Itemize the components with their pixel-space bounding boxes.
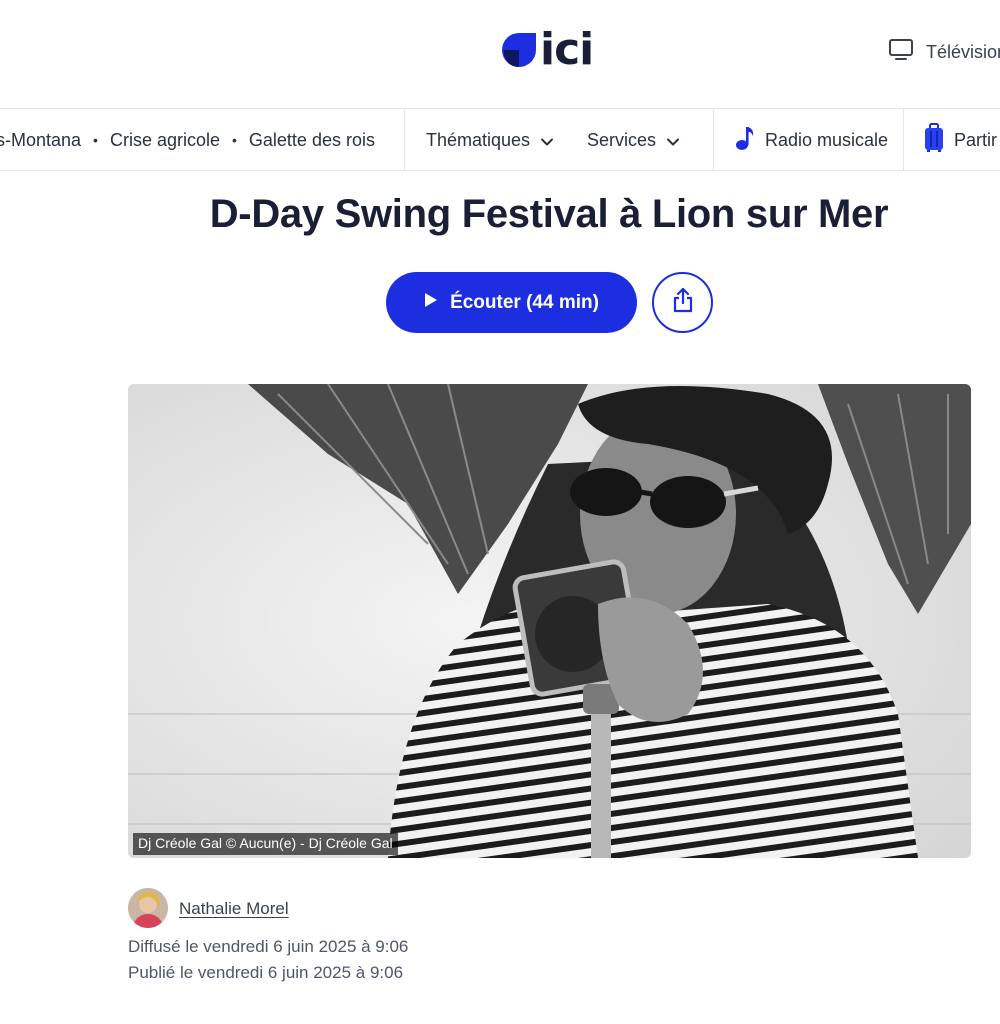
topic-nav: s-Montana • Crise agricole • Galette des… bbox=[0, 108, 1000, 171]
tv-icon bbox=[888, 38, 914, 67]
broadcast-date: Diffusé le vendredi 6 juin 2025 à 9:06 bbox=[128, 937, 409, 956]
avatar[interactable] bbox=[128, 888, 168, 928]
radio-musicale-label: Radio musicale bbox=[765, 129, 889, 150]
tv-link[interactable]: Télévision bbox=[888, 38, 1000, 66]
nav-divider bbox=[713, 109, 714, 170]
play-icon bbox=[424, 292, 438, 314]
breadcrumb-fragment bbox=[596, 168, 676, 174]
page-title: D-Day Swing Festival à Lion sur Mer bbox=[209, 192, 889, 236]
services-menu[interactable]: Services bbox=[587, 109, 680, 170]
partir-link[interactable]: Partir bbox=[924, 109, 998, 170]
nav-divider bbox=[404, 109, 405, 170]
topic-separator: • bbox=[232, 132, 237, 148]
author-link[interactable]: Nathalie Morel bbox=[179, 899, 289, 919]
ici-logo-icon bbox=[500, 31, 538, 69]
photo-caption: Dj Créole Gal © Aucun(e) - Dj Créole Gal bbox=[133, 833, 398, 855]
share-button[interactable] bbox=[652, 272, 713, 333]
thematiques-menu[interactable]: Thématiques bbox=[426, 109, 554, 170]
topic-separator: • bbox=[93, 132, 98, 148]
nav-divider bbox=[903, 109, 904, 170]
listen-label: Écouter (44 min) bbox=[450, 291, 599, 313]
tv-label: Télévision bbox=[926, 41, 1000, 62]
partir-label: Partir bbox=[954, 129, 998, 150]
radio-musicale-link[interactable]: Radio musicale bbox=[735, 109, 889, 170]
topic-link[interactable]: s-Montana bbox=[0, 130, 81, 151]
share-icon bbox=[672, 287, 694, 318]
topic-link[interactable]: Galette des rois bbox=[249, 130, 375, 151]
topic-link[interactable]: Crise agricole bbox=[110, 130, 220, 151]
published-date: Publié le vendredi 6 juin 2025 à 9:06 bbox=[128, 963, 404, 982]
thematiques-label: Thématiques bbox=[426, 129, 531, 150]
chevron-down-icon bbox=[666, 133, 680, 147]
site-header: ici Télévision bbox=[0, 0, 1000, 108]
suitcase-icon bbox=[924, 122, 944, 158]
ici-logo[interactable]: ici bbox=[500, 28, 600, 72]
trending-topics: s-Montana • Crise agricole • Galette des… bbox=[0, 109, 375, 170]
chevron-down-icon bbox=[540, 133, 554, 147]
music-note-icon bbox=[735, 125, 755, 156]
logo-text: ici bbox=[540, 24, 594, 75]
article-photo bbox=[128, 384, 971, 858]
services-label: Services bbox=[587, 129, 657, 150]
listen-button[interactable]: Écouter (44 min) bbox=[386, 272, 637, 333]
